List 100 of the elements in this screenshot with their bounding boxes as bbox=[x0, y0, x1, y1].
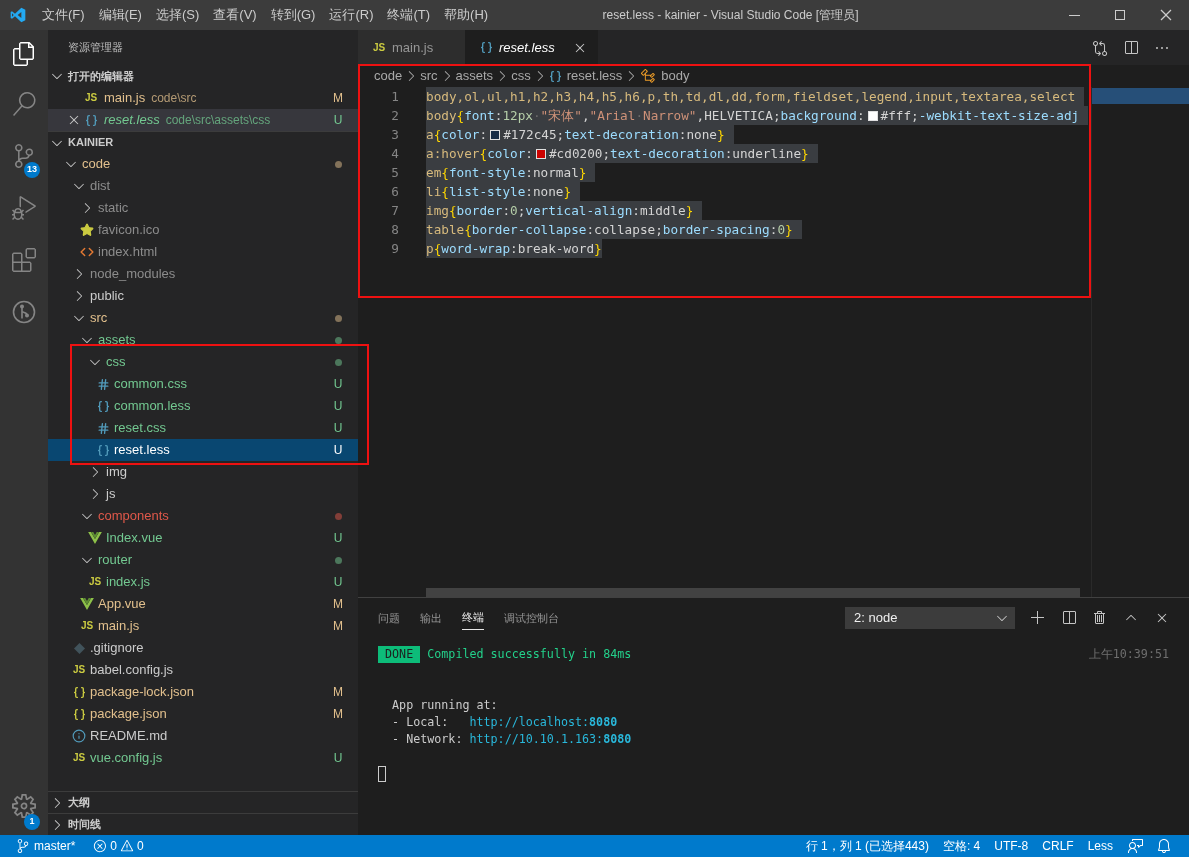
tree-item[interactable]: package.json M bbox=[48, 703, 358, 725]
status-item[interactable]: UTF-8 bbox=[987, 837, 1036, 855]
tree-item[interactable]: img bbox=[48, 461, 358, 483]
menu-item[interactable]: 查看(V) bbox=[206, 5, 264, 25]
split-terminal-icon[interactable] bbox=[1061, 610, 1077, 626]
status-item[interactable]: Less bbox=[1080, 837, 1120, 855]
tree-item[interactable]: JS index.js U bbox=[48, 571, 358, 593]
git-status-letter: U bbox=[332, 112, 344, 129]
menu-item[interactable]: 转到(G) bbox=[263, 5, 323, 25]
branch-status[interactable]: master* bbox=[10, 837, 82, 855]
trash-icon[interactable] bbox=[1092, 610, 1108, 626]
tree-item[interactable]: code bbox=[48, 153, 358, 175]
run-debug-icon[interactable] bbox=[12, 196, 36, 220]
line-number: 6 bbox=[390, 183, 399, 201]
terminal-link[interactable]: http://localhost:8080 bbox=[469, 714, 618, 731]
tree-item[interactable]: Index.vue U bbox=[48, 527, 358, 549]
panel-tab[interactable]: 输出 bbox=[420, 606, 442, 630]
section-header[interactable]: KAINIER bbox=[48, 131, 358, 153]
terminal-select[interactable]: 2: node bbox=[845, 607, 1015, 629]
diamond-icon bbox=[73, 642, 85, 654]
js-icon: JS bbox=[72, 665, 86, 675]
feedback-icon[interactable] bbox=[1128, 838, 1144, 854]
tree-item[interactable]: static bbox=[48, 197, 358, 219]
tree-item[interactable]: common.less U bbox=[48, 395, 358, 417]
breadcrumb-item[interactable]: assets bbox=[455, 66, 494, 86]
tree-item[interactable]: css bbox=[48, 351, 358, 373]
menu-item[interactable]: 帮助(H) bbox=[437, 5, 496, 25]
tree-item[interactable]: public bbox=[48, 285, 358, 307]
open-editor-item[interactable]: JS main.js code\src M bbox=[48, 87, 358, 109]
menu-item[interactable]: 选择(S) bbox=[148, 5, 207, 25]
line-number: 8 bbox=[390, 221, 399, 239]
breadcrumb-item[interactable]: css bbox=[511, 66, 531, 86]
terminal-link[interactable]: http://10.10.1.163:8080 bbox=[469, 731, 632, 748]
tree-item[interactable]: common.css U bbox=[48, 373, 358, 395]
editor-tab[interactable]: JS main.js bbox=[358, 30, 465, 65]
breadcrumb-item[interactable]: src bbox=[420, 66, 438, 86]
line-number: 7 bbox=[390, 202, 399, 220]
panel-tab[interactable]: 调试控制台 bbox=[504, 606, 559, 630]
branch-circle-icon[interactable] bbox=[12, 300, 36, 324]
line-number: 2 bbox=[390, 107, 399, 125]
section-header[interactable]: 大纲 bbox=[48, 791, 358, 813]
tree-item[interactable]: JS main.js M bbox=[48, 615, 358, 637]
status-item[interactable]: CRLF bbox=[1035, 837, 1081, 855]
tree-item[interactable]: js bbox=[48, 483, 358, 505]
search-icon[interactable] bbox=[12, 92, 36, 116]
git-status-letter: M bbox=[332, 90, 344, 107]
tree-item[interactable]: components bbox=[48, 505, 358, 527]
plus-icon[interactable] bbox=[1030, 610, 1046, 626]
tree-item[interactable]: favicon.ico bbox=[48, 219, 358, 241]
tree-item[interactable]: reset.css U bbox=[48, 417, 358, 439]
menu-item[interactable]: 编辑(E) bbox=[91, 5, 149, 25]
line-number: 3 bbox=[390, 126, 399, 144]
panel-tab[interactable]: 终端 bbox=[462, 606, 484, 630]
code-text: a{color: bbox=[426, 126, 488, 144]
source-control-icon[interactable] bbox=[12, 144, 36, 168]
js-icon: JS bbox=[80, 621, 94, 631]
terminal-text: App running at: bbox=[392, 697, 498, 714]
compare-changes-icon[interactable] bbox=[1092, 39, 1108, 56]
files-icon[interactable] bbox=[12, 42, 36, 66]
tree-item[interactable]: App.vue M bbox=[48, 593, 358, 615]
terminal-cursor bbox=[378, 765, 386, 782]
tree-item[interactable]: router bbox=[48, 549, 358, 571]
tree-item[interactable]: .gitignore bbox=[48, 637, 358, 659]
errors-status[interactable]: 0 bbox=[87, 837, 118, 855]
menu-item[interactable]: 文件(F) bbox=[35, 5, 92, 25]
panel-tab[interactable]: 问题 bbox=[378, 606, 400, 630]
tree-item[interactable]: JS babel.config.js bbox=[48, 659, 358, 681]
tree-item[interactable]: dist bbox=[48, 175, 358, 197]
tree-item[interactable]: package-lock.json M bbox=[48, 681, 358, 703]
section-header[interactable]: 打开的编辑器 bbox=[48, 65, 358, 87]
close-icon[interactable] bbox=[1158, 7, 1174, 23]
file-path: code\src\assets\css bbox=[165, 112, 272, 129]
tree-item[interactable]: index.html bbox=[48, 241, 358, 263]
horizontal-scrollbar[interactable] bbox=[426, 588, 1080, 597]
tree-item[interactable]: assets bbox=[48, 329, 358, 351]
split-editor-icon[interactable] bbox=[1123, 39, 1139, 56]
breadcrumb-item[interactable]: code bbox=[374, 66, 403, 86]
tree-item[interactable]: node_modules bbox=[48, 263, 358, 285]
tree-item[interactable]: src bbox=[48, 307, 358, 329]
menu-item[interactable]: 终端(T) bbox=[380, 5, 438, 25]
error-icon bbox=[93, 839, 108, 853]
tree-item[interactable]: README.md bbox=[48, 725, 358, 747]
breadcrumb-item[interactable]: reset.less bbox=[548, 66, 623, 86]
open-editor-item[interactable]: reset.less code\src\assets\css U bbox=[48, 109, 358, 131]
extensions-icon[interactable] bbox=[12, 248, 36, 272]
git-status-letter: U bbox=[333, 420, 343, 437]
settings-gear-icon[interactable] bbox=[12, 794, 36, 818]
warnings-status[interactable]: 0 bbox=[117, 837, 150, 855]
status-item[interactable]: 空格: 4 bbox=[935, 837, 988, 855]
menu-item[interactable]: 运行(R) bbox=[322, 5, 381, 25]
breadcrumb-item[interactable]: body bbox=[640, 66, 690, 86]
bell-icon[interactable] bbox=[1156, 838, 1172, 854]
vue-logo-icon bbox=[80, 598, 94, 610]
tree-item[interactable]: JS vue.config.js U bbox=[48, 747, 358, 769]
maximize-icon[interactable] bbox=[1112, 7, 1128, 23]
file-path: code\src bbox=[151, 90, 198, 107]
app-logo-icon bbox=[9, 7, 26, 23]
tree-item[interactable]: reset.less U bbox=[48, 439, 358, 461]
status-item[interactable]: 行 1，列 1 (已选择443) bbox=[798, 837, 936, 855]
editor-tab[interactable]: reset.less bbox=[465, 30, 598, 65]
